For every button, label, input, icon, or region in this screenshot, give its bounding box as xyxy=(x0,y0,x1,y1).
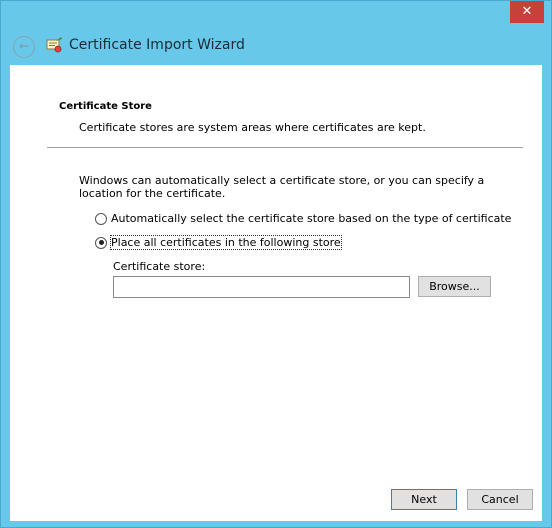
wizard-content: Certificate Store Certificate stores are… xyxy=(10,65,542,521)
place-in-store-option[interactable]: Place all certificates in the following … xyxy=(95,235,342,250)
browse-button[interactable]: Browse... xyxy=(418,276,491,297)
intro-text: Windows can automatically select a certi… xyxy=(79,174,485,200)
section-description: Certificate stores are system areas wher… xyxy=(79,121,426,134)
wizard-title: Certificate Import Wizard xyxy=(69,37,245,53)
divider xyxy=(47,147,523,148)
back-button[interactable]: ← xyxy=(13,36,35,58)
section-title: Certificate Store xyxy=(59,101,152,112)
auto-select-label: Automatically select the certificate sto… xyxy=(111,212,512,225)
auto-select-radio[interactable] xyxy=(95,212,107,225)
place-in-store-radio[interactable] xyxy=(95,236,107,249)
wizard-window: ✕ ← Certificate Import Wizard Certificat… xyxy=(0,0,552,528)
certificate-store-label: Certificate store: xyxy=(113,260,206,273)
next-button[interactable]: Next xyxy=(391,489,457,510)
cancel-button[interactable]: Cancel xyxy=(467,489,533,510)
title-bar: ✕ ← Certificate Import Wizard xyxy=(1,1,551,65)
certificate-store-input[interactable] xyxy=(113,276,410,298)
close-icon: ✕ xyxy=(521,4,533,19)
place-in-store-label: Place all certificates in the following … xyxy=(110,235,342,250)
certificate-icon xyxy=(46,37,62,53)
close-button[interactable]: ✕ xyxy=(510,1,544,23)
back-arrow-icon: ← xyxy=(18,39,30,53)
auto-select-option[interactable]: Automatically select the certificate sto… xyxy=(95,212,511,225)
